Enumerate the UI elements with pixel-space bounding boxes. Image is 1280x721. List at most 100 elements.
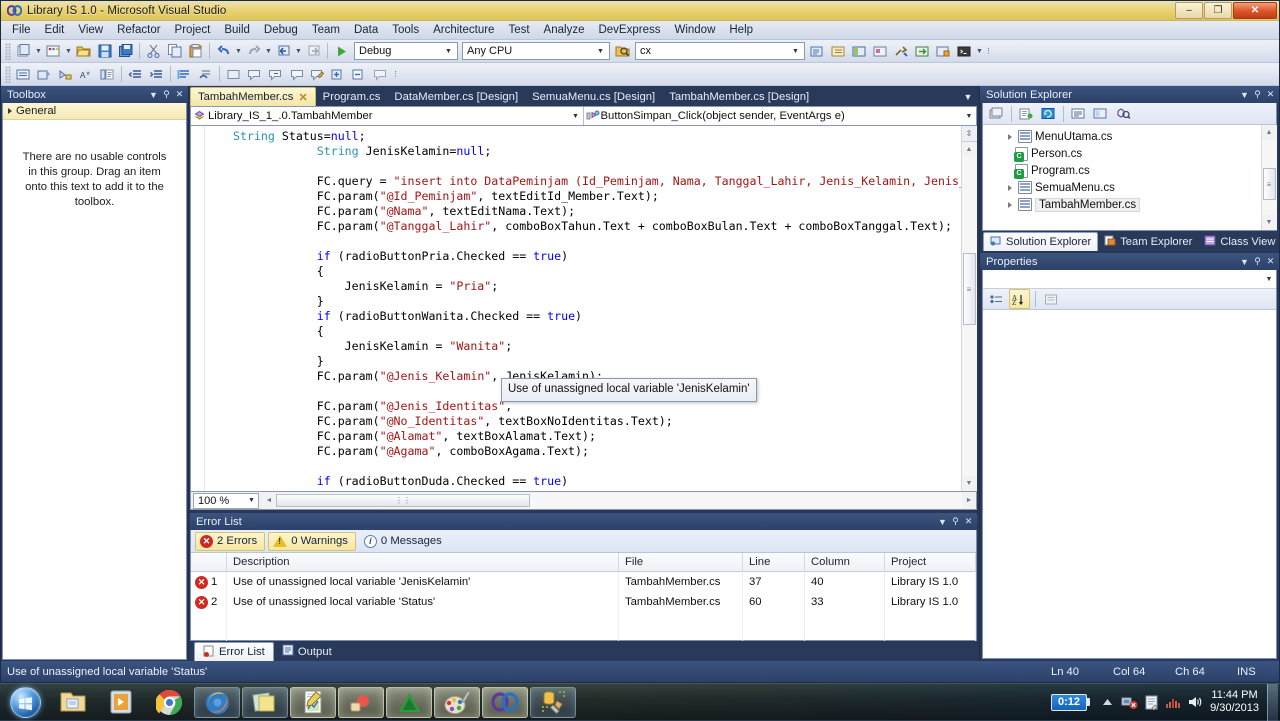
add-item-dropdown-icon[interactable]: ▼ (64, 41, 73, 61)
column-header-icon[interactable] (191, 553, 227, 572)
close-icon[interactable]: ✕ (1264, 255, 1277, 269)
new-project-icon[interactable] (13, 41, 34, 61)
toolbar-overflow-icon[interactable]: ⋮ (391, 64, 400, 84)
scroll-thumb[interactable]: ⋮⋮ (276, 494, 530, 507)
navigate-forward-icon[interactable] (303, 41, 324, 61)
chevron-down-icon[interactable]: ▼ (1262, 276, 1276, 283)
collapse-all-outlining-icon[interactable] (349, 64, 370, 84)
editor-vertical-scrollbar[interactable]: ⇳ ▲ ≡ ▼ (961, 126, 976, 491)
decrease-indent-icon[interactable] (125, 64, 146, 84)
minimize-button[interactable]: – (1175, 2, 1203, 19)
insert-snippet-icon[interactable] (34, 64, 55, 84)
find-combo[interactable]: cx ▼ (635, 42, 805, 60)
expander-icon[interactable] (1005, 134, 1015, 140)
property-pages-icon[interactable] (1041, 289, 1062, 309)
comment-edit-icon[interactable] (307, 64, 328, 84)
scroll-track[interactable]: ≡ (1262, 140, 1277, 215)
menu-project[interactable]: Project (168, 21, 218, 39)
properties-window-icon[interactable] (828, 41, 849, 61)
tab-solution-explorer[interactable]: Solution Explorer (983, 232, 1098, 251)
chevron-down-icon[interactable]: ▼ (789, 43, 802, 59)
tree-item-program-cs[interactable]: C Program.cs (983, 162, 1261, 179)
toolbox-group-general[interactable]: General (3, 103, 186, 120)
pin-icon[interactable]: ⚲ (1251, 255, 1264, 269)
network-icon[interactable] (1118, 692, 1140, 712)
scroll-left-icon[interactable]: ◄ (262, 493, 276, 508)
properties-grid[interactable] (983, 310, 1276, 658)
undo-dropdown-icon[interactable]: ▼ (234, 41, 243, 61)
menu-architecture[interactable]: Architecture (426, 21, 501, 39)
taskbar-notepad-document[interactable] (290, 687, 336, 718)
table-row[interactable]: ✕ 1 Use of unassigned local variable 'Je… (191, 572, 976, 592)
start-debug-icon[interactable] (331, 41, 352, 61)
display-all-members-icon[interactable] (13, 64, 34, 84)
pin-icon[interactable]: ⚲ (949, 515, 962, 529)
menu-test[interactable]: Test (501, 21, 536, 39)
tree-item-person-cs[interactable]: C Person.cs (983, 145, 1261, 162)
volume-mixer-bars-icon[interactable] (1162, 692, 1184, 712)
chevron-down-icon[interactable]: ▼ (936, 515, 949, 529)
close-icon[interactable]: ✕ (1264, 88, 1277, 102)
chevron-down-icon[interactable]: ▼ (1238, 255, 1251, 269)
taskbar-windows-explorer[interactable] (50, 687, 96, 718)
tab-class-view[interactable]: Class View (1198, 232, 1280, 251)
scroll-down-icon[interactable]: ▼ (1262, 215, 1277, 230)
undo-icon[interactable] (213, 41, 234, 61)
toolbox-window-icon[interactable] (870, 41, 891, 61)
close-icon[interactable]: ✕ (298, 91, 307, 104)
expander-icon[interactable] (1005, 202, 1015, 208)
tab-datamember-cs-design[interactable]: DataMember.cs [Design] (387, 87, 525, 106)
scroll-track[interactable]: ⋮⋮ (276, 493, 962, 508)
scroll-down-icon[interactable]: ▼ (962, 476, 977, 491)
add-item-icon[interactable] (43, 41, 64, 61)
tab-tambahmember-cs-design[interactable]: TambahMember.cs [Design] (662, 87, 816, 106)
solution-platform-combo[interactable]: Any CPU ▼ (462, 42, 610, 60)
solution-configuration-combo[interactable]: Debug ▼ (354, 42, 458, 60)
find-scope-icon[interactable] (612, 41, 633, 61)
battery-indicator[interactable]: 0:12 (1051, 692, 1090, 712)
chevron-down-icon[interactable]: ▼ (442, 43, 455, 59)
clock[interactable]: 11:44 PM 9/30/2013 (1206, 689, 1267, 715)
column-header-file[interactable]: File (619, 553, 743, 572)
filter-errors-button[interactable]: ✕ 2 Errors (195, 532, 265, 551)
show-hidden-icons-icon[interactable] (1096, 692, 1118, 712)
scroll-thumb[interactable]: ≡ (963, 253, 976, 325)
menu-build[interactable]: Build (217, 21, 257, 39)
class-selector-combo[interactable]: Library_IS_1_.0.TambahMember ▼ (191, 107, 584, 125)
column-header-column[interactable]: Column (805, 553, 885, 572)
menu-edit[interactable]: Edit (38, 21, 72, 39)
view-designer-icon[interactable] (1090, 104, 1111, 124)
tab-error-list[interactable]: Error List (194, 642, 274, 661)
menu-debug[interactable]: Debug (257, 21, 305, 39)
show-all-files-icon[interactable] (1016, 104, 1037, 124)
solution-tree[interactable]: MenuUtama.cs C Person.cs C Program.cs (983, 125, 1276, 230)
menu-analyze[interactable]: Analyze (537, 21, 592, 39)
clear-bookmarks-icon[interactable] (195, 64, 216, 84)
chevron-down-icon[interactable]: ▼ (569, 113, 583, 120)
menu-devexpress[interactable]: DevExpress (591, 21, 667, 39)
column-header-project[interactable]: Project (885, 553, 976, 572)
editor-split-handle[interactable]: ⇳ (962, 126, 977, 142)
object-browser-icon[interactable] (849, 41, 870, 61)
increase-indent-icon[interactable] (146, 64, 167, 84)
redo-icon[interactable] (243, 41, 264, 61)
scroll-thumb[interactable]: ≡ (1263, 168, 1276, 200)
properties-object-combo[interactable]: ▼ (983, 270, 1276, 289)
maximize-button[interactable]: ❐ (1204, 2, 1232, 19)
menu-data[interactable]: Data (347, 21, 385, 39)
cut-icon[interactable] (143, 41, 164, 61)
taskbar-sql-tools[interactable] (530, 687, 576, 718)
redo-dropdown-icon[interactable]: ▼ (264, 41, 273, 61)
menu-help[interactable]: Help (722, 21, 760, 39)
tree-item-tambahmember-cs[interactable]: TambahMember.cs (983, 196, 1261, 213)
close-icon[interactable]: ✕ (173, 88, 186, 102)
menu-file[interactable]: File (5, 21, 38, 39)
scroll-right-icon[interactable]: ► (962, 493, 976, 508)
object-browser-search-icon[interactable] (1112, 104, 1133, 124)
extension-manager-icon[interactable] (933, 41, 954, 61)
chevron-down-icon[interactable]: ▼ (962, 113, 976, 120)
pin-icon[interactable]: ⚲ (160, 88, 173, 102)
command-window-icon[interactable] (954, 41, 975, 61)
scroll-track[interactable]: ≡ (962, 157, 977, 476)
chevron-down-icon[interactable]: ▼ (245, 497, 258, 504)
